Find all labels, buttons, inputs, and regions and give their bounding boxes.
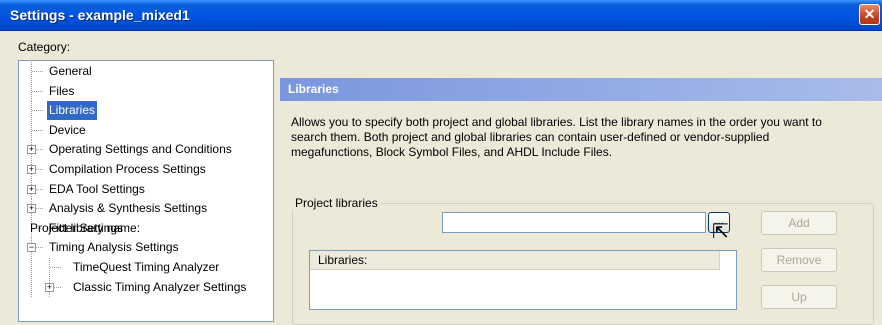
tree-connector	[32, 110, 43, 112]
tree-item[interactable]: + Classic Timing Analyzer Settings	[19, 277, 271, 297]
up-button[interactable]: Up	[761, 285, 837, 309]
expand-icon[interactable]: +	[27, 145, 36, 155]
tree-item-label: Libraries	[47, 101, 98, 121]
tree-item-label: Files	[49, 83, 75, 98]
title-bar: Settings - example_mixed1 ✕	[0, 0, 882, 31]
tree-item[interactable]: − Timing Analysis Settings	[19, 238, 271, 258]
tree-item[interactable]: TimeQuest Timing Analyzer	[19, 258, 271, 277]
category-label: Category:	[18, 40, 71, 54]
category-tree[interactable]: General Files Libraries Device + Operating Se…	[18, 60, 274, 322]
expand-icon[interactable]: +	[27, 204, 36, 214]
tree-connector	[32, 71, 43, 73]
tree-item-label: EDA Tool Settings	[49, 181, 145, 196]
tree-item-label: TimeQuest Timing Analyzer	[73, 260, 220, 274]
project-libraries-legend: Project libraries	[292, 196, 381, 210]
libraries-column-header[interactable]: Libraries:	[310, 251, 720, 270]
expand-icon[interactable]: +	[27, 184, 36, 194]
tree-item-label: Device	[49, 122, 86, 137]
tree-item[interactable]: + Operating Settings and Conditions	[19, 140, 271, 160]
expand-icon[interactable]: +	[45, 282, 54, 292]
tree-item[interactable]: Libraries	[19, 101, 271, 121]
tree-item[interactable]: General	[19, 62, 271, 81]
libraries-list[interactable]: Libraries:	[309, 250, 737, 310]
tree-item[interactable]: Device	[19, 120, 271, 140]
tree-item-label: Analysis & Synthesis Settings	[49, 201, 208, 216]
tree-item[interactable]: + Compilation Process Settings	[19, 160, 271, 179]
panel-description: Allows you to specify both project and g…	[291, 115, 822, 159]
window-title: Settings - example_mixed1	[10, 7, 190, 23]
close-button[interactable]: ✕	[859, 4, 880, 25]
remove-button[interactable]: Remove	[761, 248, 837, 272]
project-library-name-label: Project library name:	[30, 221, 141, 235]
tree-connector	[31, 258, 33, 277]
mouse-cursor-icon: ⇱	[712, 221, 729, 243]
tree-item-label: Compilation Process Settings	[49, 162, 206, 176]
close-icon: ✕	[863, 6, 876, 22]
tree-item-label: Classic Timing Analyzer Settings	[73, 279, 247, 294]
tree-item-label: General	[49, 64, 92, 78]
tree-connector	[31, 277, 33, 297]
add-button[interactable]: Add	[761, 211, 837, 235]
tree-item-label: Operating Settings and Conditions	[49, 142, 232, 157]
tree-item[interactable]: + Analysis & Synthesis Settings	[19, 199, 271, 219]
project-library-name-input[interactable]	[442, 212, 706, 233]
tree-item[interactable]: Files	[19, 81, 271, 101]
collapse-icon[interactable]: −	[27, 243, 36, 253]
tree-connector	[32, 90, 43, 93]
tree-item-label: Timing Analysis Settings	[49, 240, 179, 255]
tree-connector	[32, 129, 43, 132]
panel-header: Libraries	[280, 78, 882, 101]
expand-icon[interactable]: +	[27, 165, 36, 174]
tree-item[interactable]: + EDA Tool Settings	[19, 179, 271, 199]
tree-connector	[50, 267, 61, 269]
